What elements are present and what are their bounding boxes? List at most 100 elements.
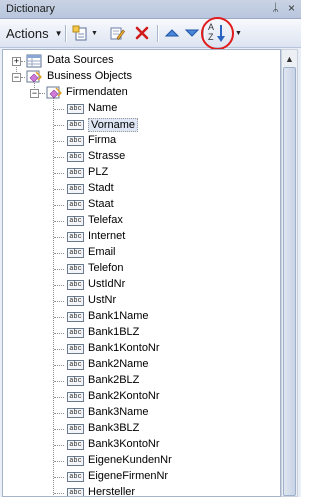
tree-item-label: Staat	[88, 198, 114, 210]
tree-item-field[interactable]: abc Strasse	[3, 149, 273, 165]
tree-item-label: Name	[88, 102, 118, 114]
tree-item-field[interactable]: abc Email	[3, 245, 273, 261]
tree-item-label: Data Sources	[47, 54, 114, 66]
tree-item-label: Bank3KontoNr	[88, 438, 160, 450]
move-down-icon	[184, 25, 200, 41]
tree-item-label: Bank1Name	[88, 310, 149, 322]
toolbar-separator	[65, 25, 67, 42]
chevron-down-icon: ▼	[54, 28, 63, 38]
string-field-icon: abc	[67, 280, 84, 290]
actions-label: Actions	[6, 25, 49, 41]
new-item-button[interactable]: ▼	[72, 24, 98, 42]
string-field-icon: abc	[67, 184, 84, 194]
title-bar: Dictionary ᛦ ×	[0, 0, 301, 19]
string-field-icon: abc	[67, 376, 84, 386]
string-field-icon: abc	[67, 120, 84, 130]
string-field-icon: abc	[67, 136, 84, 146]
tree-item-field[interactable]: abc Bank2Name	[3, 357, 273, 373]
tree-item-label: Bank1BLZ	[88, 326, 140, 338]
tree-item-field[interactable]: abc EigeneKundenNr	[3, 453, 273, 469]
tree-item-field[interactable]: abc Telefon	[3, 261, 273, 277]
delete-button[interactable]	[134, 24, 150, 42]
business-objects-icon	[26, 69, 42, 85]
expand-icon[interactable]: +	[12, 57, 21, 66]
tree-item-label: Telefon	[88, 262, 124, 274]
tree-item-field[interactable]: abc Bank2BLZ	[3, 373, 273, 389]
tree-item-label: Bank2BLZ	[88, 374, 140, 386]
tree-item-label: PLZ	[88, 166, 109, 178]
tree-item-label: Bank2Name	[88, 358, 149, 370]
vertical-scrollbar[interactable]: ▲	[281, 49, 298, 497]
string-field-icon: abc	[67, 472, 84, 482]
string-field-icon: abc	[67, 408, 84, 418]
new-item-icon	[72, 25, 88, 41]
tree-item-field[interactable]: abc Bank1KontoNr	[3, 341, 273, 357]
chevron-down-icon: ▼	[91, 29, 98, 37]
edit-button[interactable]	[109, 24, 125, 42]
tree-item-field[interactable]: abc UstNr	[3, 293, 273, 309]
string-field-icon: abc	[67, 296, 84, 306]
tree-item-field[interactable]: abc Hersteller	[3, 485, 273, 496]
collapse-icon[interactable]: −	[12, 73, 21, 82]
tree-item-field[interactable]: abc Bank3KontoNr	[3, 437, 273, 453]
tree-item-field[interactable]: abc Name	[3, 101, 273, 117]
collapse-icon[interactable]: −	[30, 89, 39, 98]
tree-item-label: EigeneKundenNr	[88, 454, 172, 466]
scroll-up-icon[interactable]: ▲	[285, 54, 294, 64]
window-title: Dictionary	[6, 3, 55, 15]
tree-item-field[interactable]: abc UstIdNr	[3, 277, 273, 293]
tree-item-firmendaten[interactable]: − Firmendaten	[3, 85, 273, 101]
string-field-icon: abc	[67, 440, 84, 450]
move-down-button[interactable]	[184, 24, 200, 42]
tree-item-data-sources[interactable]: + Data Sources	[3, 53, 273, 69]
tree-item-field[interactable]: abc Bank2KontoNr	[3, 389, 273, 405]
tree-item-label: Business Objects	[47, 70, 132, 82]
tree-item-field[interactable]: abc Telefax	[3, 213, 273, 229]
string-field-icon: abc	[67, 328, 84, 338]
close-icon[interactable]: ×	[288, 1, 295, 15]
string-field-icon: abc	[67, 488, 84, 496]
tree-item-label: Strasse	[88, 150, 126, 162]
string-field-icon: abc	[67, 200, 84, 210]
string-field-icon: abc	[67, 232, 84, 242]
pin-icon[interactable]: ᛦ	[272, 2, 279, 14]
tree-item-business-objects[interactable]: − Business Objects	[3, 69, 273, 85]
toolbar-separator	[157, 25, 159, 42]
tree-item-label: Email	[88, 246, 116, 258]
tree-item-field[interactable]: abc Bank1BLZ	[3, 325, 273, 341]
tree-item-label: Firma	[88, 134, 117, 146]
tree-item-field[interactable]: abc Stadt	[3, 181, 273, 197]
tree-item-label: Stadt	[88, 182, 114, 194]
delete-icon	[134, 25, 150, 41]
string-field-icon: abc	[67, 456, 84, 466]
actions-menu-button[interactable]: Actions ▼	[6, 24, 63, 42]
dictionary-tree[interactable]: + Data Sources − Business Objects − Firm…	[2, 49, 281, 497]
string-field-icon: abc	[67, 216, 84, 226]
tree-item-field[interactable]: abc Firma	[3, 133, 273, 149]
tree-item-label: Vorname	[88, 118, 139, 132]
tree-item-label: Internet	[88, 230, 126, 242]
tree-item-field[interactable]: abc Vorname	[3, 117, 273, 133]
string-field-icon: abc	[67, 392, 84, 402]
tree-item-field[interactable]: abc Staat	[3, 197, 273, 213]
string-field-icon: abc	[67, 424, 84, 434]
tree-item-field[interactable]: abc Bank1Name	[3, 309, 273, 325]
tree-item-field[interactable]: abc EigeneFirmenNr	[3, 469, 273, 485]
scrollbar-thumb[interactable]	[283, 67, 296, 496]
tree-item-field[interactable]: abc PLZ	[3, 165, 273, 181]
string-field-icon: abc	[67, 104, 84, 114]
move-up-button[interactable]	[164, 24, 180, 42]
tree-item-label: Bank3BLZ	[88, 422, 140, 434]
tree-item-label: EigeneFirmenNr	[88, 470, 169, 482]
tree-item-field[interactable]: abc Bank3BLZ	[3, 421, 273, 437]
chevron-down-icon[interactable]: ▼	[235, 30, 242, 37]
tree-item-label: UstIdNr	[88, 278, 126, 290]
dictionary-panel: Dictionary ᛦ × Actions ▼ ▼ A Z ▼ + Data …	[0, 0, 301, 497]
tree-item-field[interactable]: abc Bank3Name	[3, 405, 273, 421]
highlight-circle	[201, 17, 234, 50]
tree-item-field[interactable]: abc Internet	[3, 229, 273, 245]
string-field-icon: abc	[67, 168, 84, 178]
tree-item-label: Bank1KontoNr	[88, 342, 160, 354]
move-up-icon	[164, 25, 180, 41]
string-field-icon: abc	[67, 248, 84, 258]
